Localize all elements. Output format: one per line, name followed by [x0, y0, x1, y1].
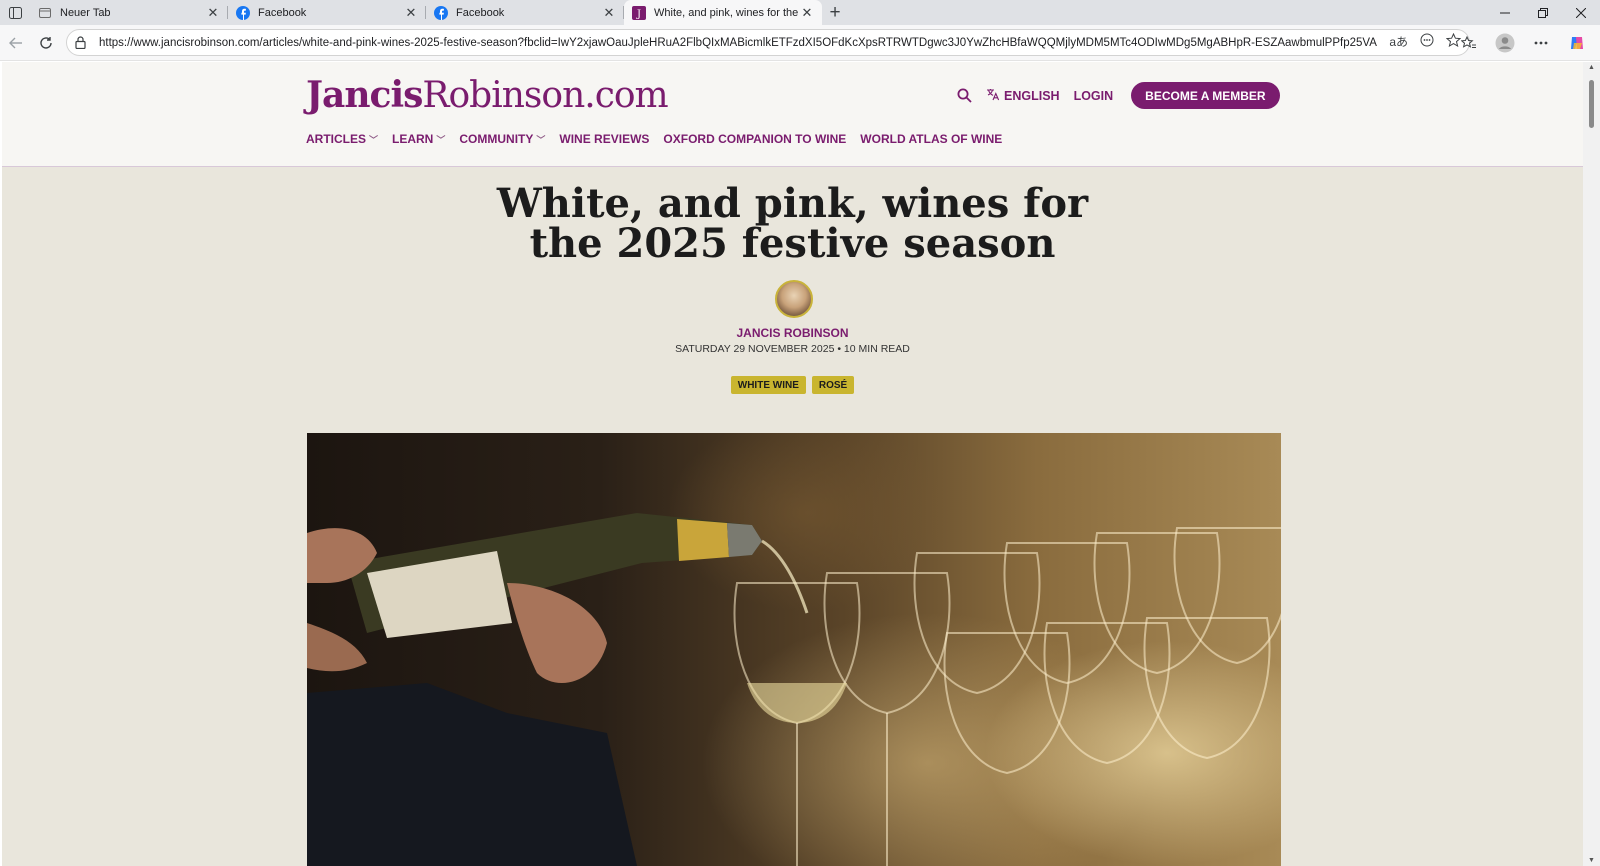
profile-avatar-icon[interactable] — [1490, 28, 1520, 58]
login-link[interactable]: LOGIN — [1074, 89, 1114, 103]
url-text[interactable]: https://www.jancisrobinson.com/articles/… — [99, 37, 1377, 49]
facebook-icon — [236, 5, 250, 20]
browser-tab[interactable]: Facebook ✕ — [426, 0, 624, 25]
translate-icon — [986, 88, 1000, 104]
tab-close-icon[interactable]: ✕ — [602, 5, 616, 21]
article-title-line: White, and pink, wines for — [496, 180, 1089, 227]
tab-close-icon[interactable]: ✕ — [206, 5, 220, 21]
tab-title: White, and pink, wines for the 202 — [654, 6, 800, 19]
browser-toolbar: https://www.jancisrobinson.com/articles/… — [0, 25, 1600, 61]
language-selector[interactable]: ENGLISH — [986, 88, 1060, 104]
logo-bold: Jancis — [306, 74, 423, 116]
copilot-icon[interactable] — [1562, 28, 1592, 58]
author-avatar[interactable] — [775, 280, 813, 318]
logo-rest: Robinson.com — [422, 75, 668, 116]
jancisrobinson-favicon: J — [632, 5, 646, 20]
restore-icon[interactable] — [1524, 0, 1562, 25]
facebook-icon — [434, 5, 448, 20]
site-header: JancisRobinson.com ENGLISH LOGIN BECOME … — [2, 62, 1583, 167]
author-name[interactable]: JANCIS ROBINSON — [2, 326, 1583, 340]
article-title: White, and pink, wines for the 2025 fest… — [2, 184, 1583, 264]
scrollbar-thumb[interactable] — [1589, 80, 1594, 128]
address-bar[interactable]: https://www.jancisrobinson.com/articles/… — [66, 29, 1470, 56]
tab-title: Neuer Tab — [60, 6, 111, 19]
favorites-list-icon[interactable] — [1454, 28, 1484, 58]
more-options-circle-icon[interactable] — [1420, 33, 1434, 52]
tab-title: Facebook — [258, 6, 307, 19]
reload-icon[interactable] — [31, 28, 61, 58]
browser-tab[interactable]: Facebook ✕ — [228, 0, 426, 25]
nav-wine-reviews[interactable]: WINE REVIEWS — [559, 132, 649, 146]
read-aloud-icon[interactable]: aあ — [1389, 33, 1408, 52]
article-meta: SATURDAY 29 NOVEMBER 2025 • 10 MIN READ — [675, 343, 910, 355]
wine-pouring-photo — [307, 513, 1281, 866]
tag-rose[interactable]: ROSÉ — [811, 376, 855, 394]
language-label: ENGLISH — [1004, 88, 1060, 103]
nav-learn[interactable]: LEARN ﹀ — [392, 132, 445, 146]
browser-tab[interactable]: Neuer Tab ✕ — [30, 0, 228, 25]
newtab-page-icon — [38, 6, 52, 20]
article-title-line: the 2025 festive season — [529, 220, 1056, 267]
tab-actions-menu-icon[interactable] — [0, 0, 30, 25]
nav-world-atlas[interactable]: WORLD ATLAS OF WINE — [860, 132, 1002, 146]
main-nav: ARTICLES ﹀ LEARN ﹀ COMMUNITY ﹀ WINE REVIEWS… — [306, 132, 1002, 146]
nav-oxford-companion[interactable]: OXFORD COMPANION TO WINE — [663, 132, 846, 146]
scroll-up-arrow-icon[interactable]: ▲ — [1587, 64, 1596, 71]
svg-text:J: J — [636, 9, 641, 20]
scroll-down-arrow-icon[interactable]: ▼ — [1587, 857, 1596, 864]
nav-community[interactable]: COMMUNITY ﹀ — [459, 132, 545, 146]
browser-tab-strip: Neuer Tab ✕ Facebook ✕ Facebook ✕ J Whit… — [0, 0, 1600, 25]
page-viewport: JancisRobinson.com ENGLISH LOGIN BECOME … — [2, 62, 1583, 866]
chevron-down-icon: ﹀ — [536, 134, 546, 145]
tab-close-icon[interactable]: ✕ — [404, 5, 418, 21]
back-icon[interactable] — [1, 28, 31, 58]
chevron-down-icon: ﹀ — [369, 134, 379, 145]
browser-tab-active[interactable]: J White, and pink, wines for the 202 ✕ — [624, 0, 822, 25]
search-icon[interactable] — [957, 88, 972, 103]
site-logo[interactable]: JancisRobinson.com — [306, 74, 669, 116]
hero-image — [307, 433, 1281, 866]
new-tab-button[interactable]: + — [822, 0, 848, 25]
tab-close-icon[interactable]: ✕ — [800, 5, 814, 21]
tag-white-wine[interactable]: WHITE WINE — [730, 376, 806, 394]
window-controls — [1486, 0, 1600, 25]
nav-articles[interactable]: ARTICLES ﹀ — [306, 132, 378, 146]
page-scrollbar[interactable]: ▲ ▼ — [1583, 62, 1600, 866]
header-actions: ENGLISH LOGIN BECOME A MEMBER — [957, 82, 1280, 109]
lock-icon[interactable] — [75, 36, 91, 49]
chevron-down-icon: ﹀ — [436, 134, 446, 145]
tab-title: Facebook — [456, 6, 505, 19]
settings-more-icon[interactable] — [1526, 28, 1556, 58]
article-tags: WHITE WINE ROSÉ — [2, 376, 1583, 394]
minimize-icon[interactable] — [1486, 0, 1524, 25]
close-window-icon[interactable] — [1562, 0, 1600, 25]
become-member-button[interactable]: BECOME A MEMBER — [1131, 82, 1280, 109]
